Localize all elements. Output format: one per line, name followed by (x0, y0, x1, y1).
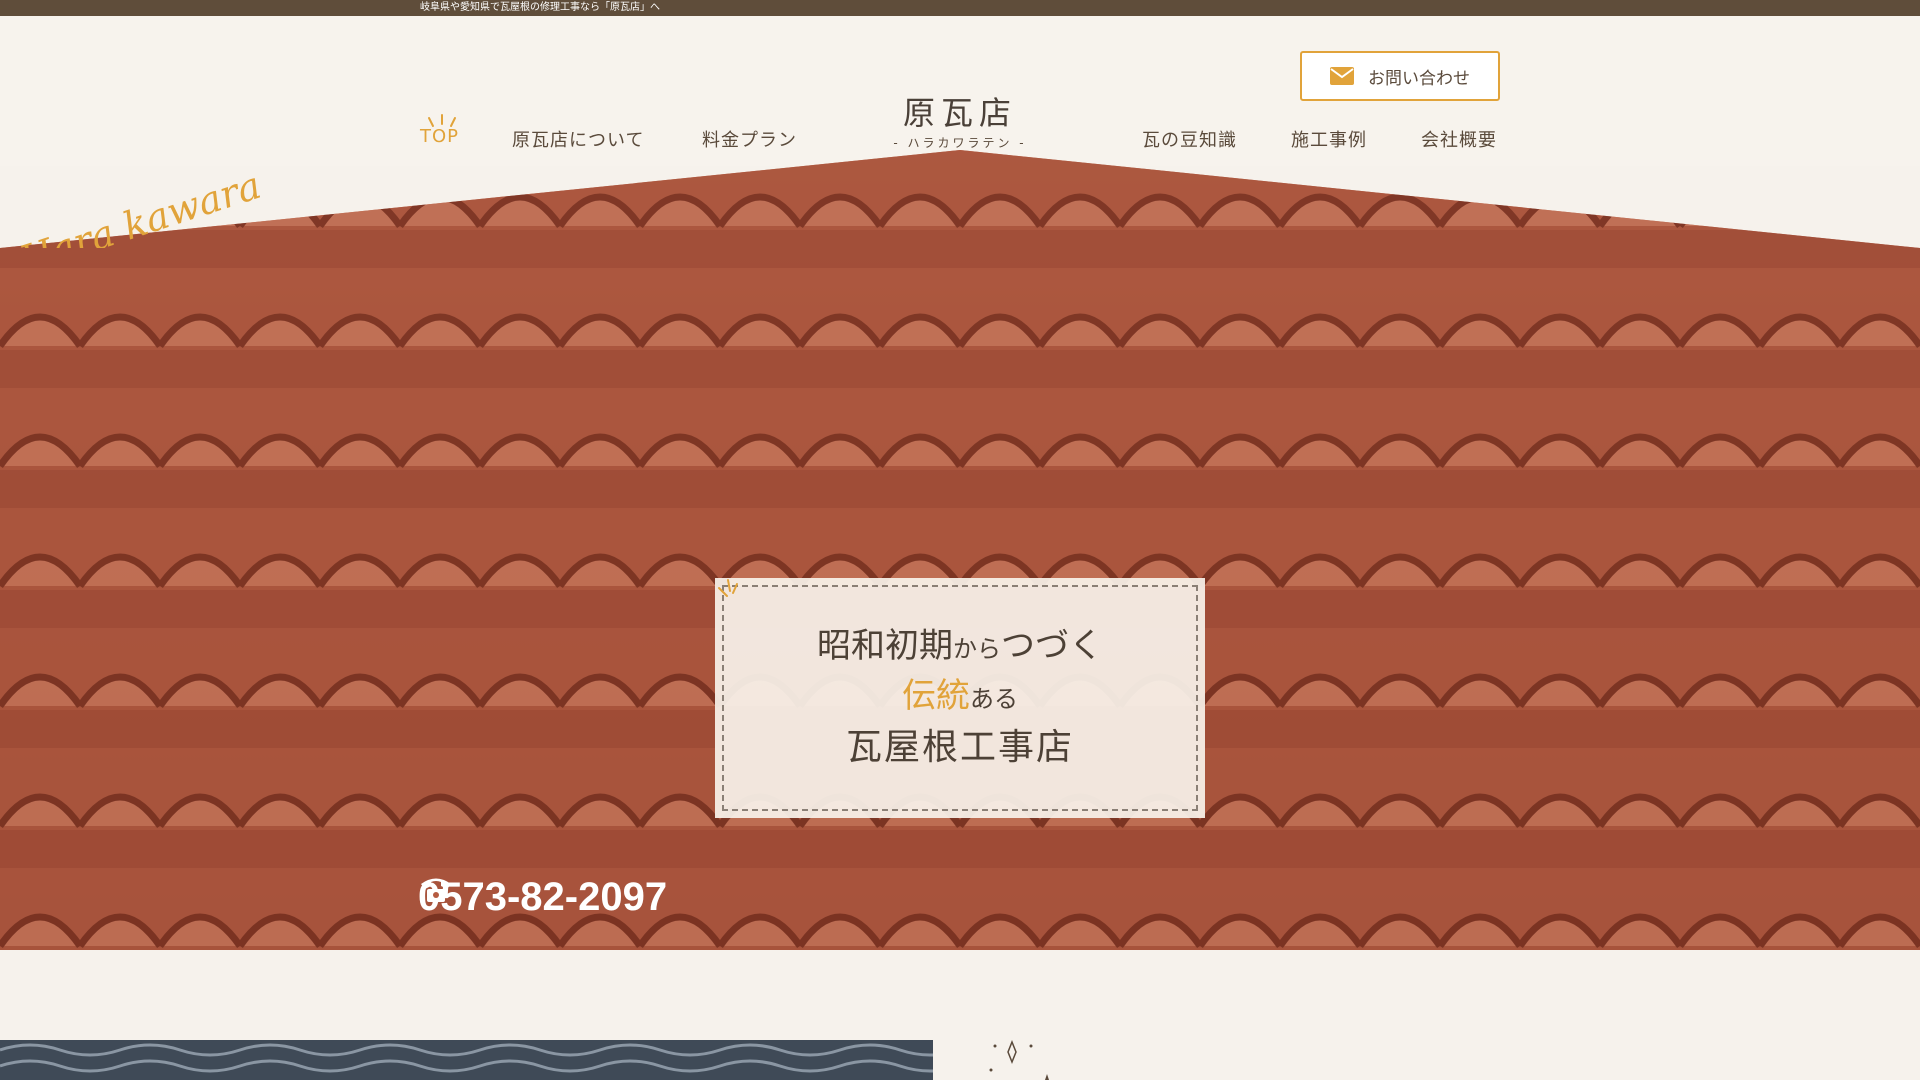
svg-text:Hara kawara: Hara kawara (13, 163, 260, 248)
hero-line-2: 伝統ある (902, 676, 1018, 716)
hero-section: 昭和初期からつづく 伝統ある 瓦屋根工事店 Hara kawara 0573-8… (0, 148, 1920, 950)
top-strip: 岐阜県や愛知県で瓦屋根の修理工事なら「原瓦店」へ (0, 0, 1920, 16)
phone-icon (421, 878, 451, 902)
hero-line-1: 昭和初期からつづく (817, 626, 1103, 666)
deco-sparkle-icon (989, 1040, 1049, 1080)
phone-number: 0573-82-2097 (418, 875, 668, 919)
sparkle-icon (718, 579, 738, 597)
mail-icon (1330, 67, 1354, 85)
hero-message-box: 昭和初期からつづく 伝統ある 瓦屋根工事店 (715, 578, 1205, 818)
nav-top[interactable]: TOP (420, 126, 459, 147)
contact-button[interactable]: お問い合わせ (1300, 51, 1500, 101)
hero-line-3: 瓦屋根工事店 (845, 727, 1074, 768)
contact-button-label: お問い合わせ (1368, 68, 1470, 89)
hero-phone[interactable]: 0573-82-2097 (418, 875, 667, 920)
roof-tiles-image (0, 150, 1920, 950)
logo-main-text: 原瓦店 (902, 94, 1017, 132)
site-logo[interactable]: 原瓦店 - ハラカワラテン - (880, 88, 1040, 151)
hero-script-text: Hara kawara (13, 163, 260, 248)
bottom-tiles-image (0, 1040, 933, 1080)
site-header: TOP 原瓦店について 料金プラン 原瓦店 - ハラカワラテン - 瓦の豆知識 … (0, 16, 1920, 166)
top-strip-text: 岐阜県や愛知県で瓦屋根の修理工事なら「原瓦店」へ (420, 2, 660, 13)
